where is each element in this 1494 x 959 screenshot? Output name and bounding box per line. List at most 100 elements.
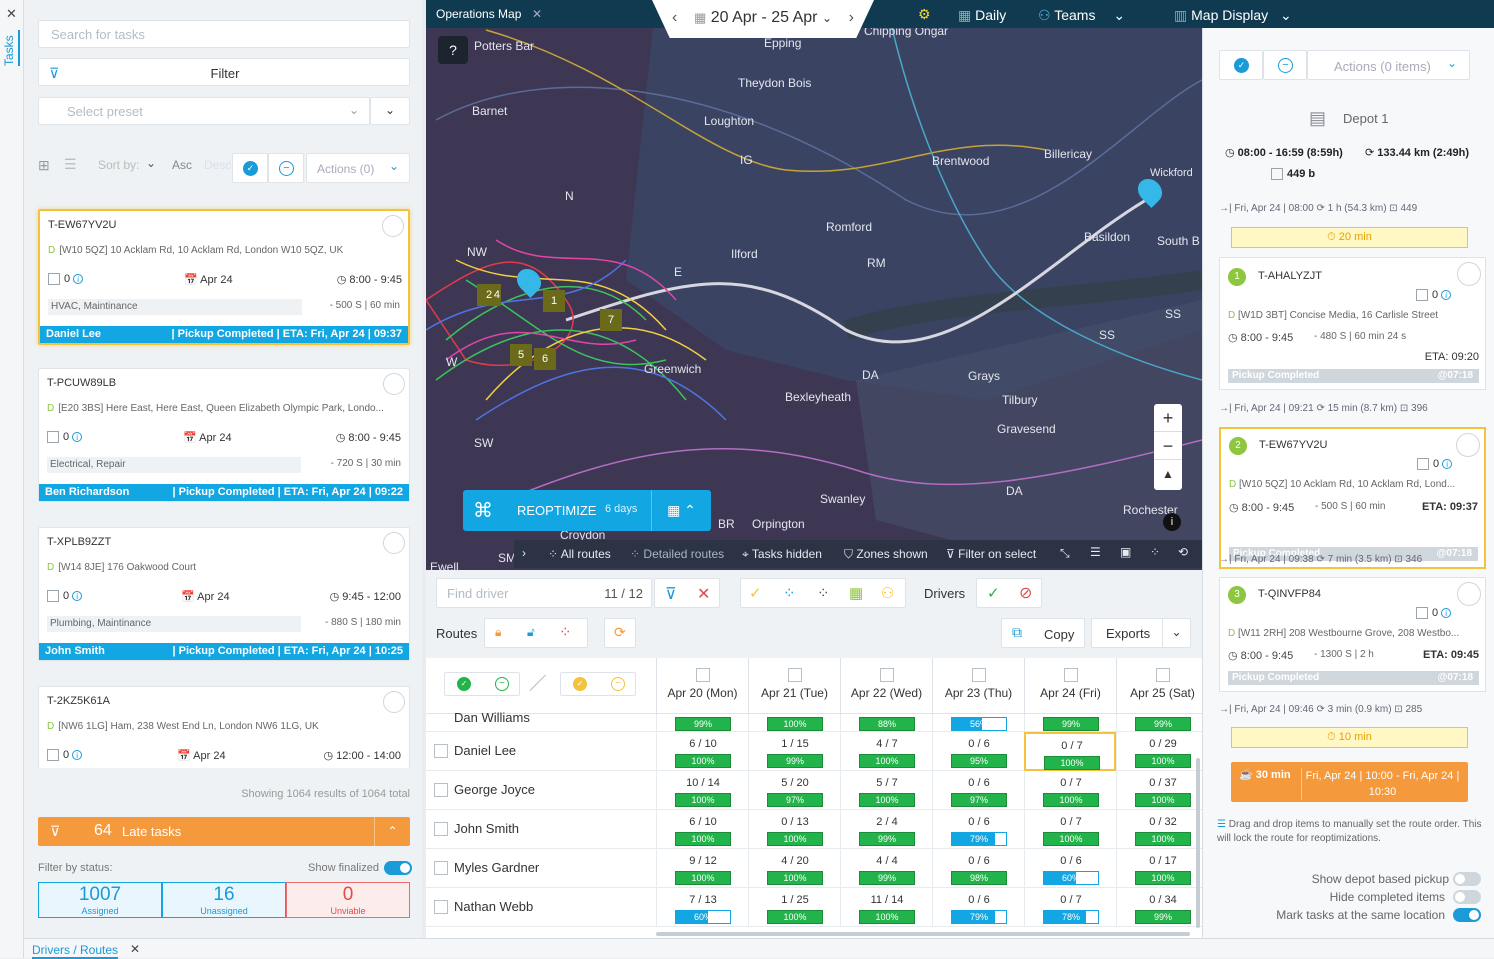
route-cell[interactable]: 6 / 10 100% bbox=[656, 732, 748, 771]
check-icon[interactable]: ✓ bbox=[987, 584, 1000, 602]
select-circle[interactable] bbox=[383, 373, 405, 395]
grid-scrollbar[interactable] bbox=[1196, 758, 1200, 928]
route-cell[interactable]: 10 / 14 100% bbox=[656, 771, 748, 810]
day-checkbox[interactable] bbox=[1155, 668, 1170, 682]
find-driver-input[interactable]: Find driver 11 / 12 bbox=[436, 578, 652, 608]
actions-dropdown[interactable]: Actions (0) ⌄ bbox=[306, 153, 410, 183]
actions-dropdown[interactable]: Actions (0 items) ⌄ bbox=[1307, 50, 1470, 80]
minus-circle-icon[interactable]: − bbox=[611, 677, 625, 691]
tab-drivers-routes[interactable]: Drivers / Routes bbox=[32, 943, 119, 959]
copy-button[interactable]: ⧉ Copy bbox=[1001, 618, 1085, 648]
route-cell[interactable]: 0 / 37 100% bbox=[1116, 771, 1208, 810]
help-icon[interactable]: ? bbox=[438, 36, 468, 64]
row-checkbox[interactable] bbox=[434, 822, 448, 836]
minus-circle-icon[interactable]: − bbox=[495, 677, 509, 691]
driver-row[interactable]: Daniel Lee bbox=[426, 732, 656, 771]
task-card[interactable]: T-EW67YV2U D [W10 5QZ] 10 Acklam Rd, 10 A… bbox=[38, 209, 410, 345]
day-column-header[interactable]: Apr 23 (Thu) bbox=[932, 658, 1024, 714]
driver-row[interactable]: John Smith bbox=[426, 810, 656, 849]
unviable-stat[interactable]: 0 Unviable bbox=[286, 882, 410, 918]
route-cell[interactable]: 99% bbox=[1024, 714, 1116, 732]
user-icon[interactable]: ⚇ bbox=[881, 584, 894, 602]
route-stop-card[interactable]: 2 T-EW67YV2U 0 i D [W10 5QZ] 10 Acklam R… bbox=[1219, 427, 1486, 569]
zoom-out-button[interactable]: − bbox=[1154, 432, 1182, 460]
operations-map[interactable]: Potters Bar Epping Chipping Ongar Barnet… bbox=[426, 0, 1202, 570]
route-cell[interactable]: 0 / 7 100% bbox=[1024, 732, 1116, 771]
close-icon[interactable]: ✕ bbox=[130, 942, 140, 956]
route-cell[interactable]: 0 / 6 95% bbox=[932, 732, 1024, 771]
cluster-marker[interactable]: 7 bbox=[600, 309, 622, 331]
route-cell[interactable]: 6 / 10 100% bbox=[656, 810, 748, 849]
ban-icon[interactable]: ⊘ bbox=[1019, 583, 1032, 603]
deselect-button[interactable]: − bbox=[268, 153, 304, 183]
route-cell[interactable]: 4 / 7 100% bbox=[840, 732, 932, 771]
select-all-button[interactable]: ✓ bbox=[1219, 50, 1263, 80]
day-column-header[interactable]: Apr 24 (Fri) bbox=[1024, 658, 1116, 714]
row-checkbox[interactable] bbox=[434, 744, 448, 758]
unassigned-stat[interactable]: 16 Unassigned bbox=[162, 882, 286, 918]
route-cell[interactable]: 9 / 12 100% bbox=[656, 849, 748, 888]
chevron-down-icon[interactable]: ⌄ bbox=[146, 156, 156, 170]
expand-icon[interactable]: › bbox=[522, 546, 526, 560]
teams-button[interactable]: ⚇ Teams ⌄ bbox=[1038, 7, 1125, 24]
route-cell[interactable]: 56% bbox=[932, 714, 1024, 732]
route-cell[interactable]: 100% bbox=[748, 714, 840, 732]
route-cell[interactable]: 0 / 32 100% bbox=[1116, 810, 1208, 849]
compass-icon[interactable]: ▲ bbox=[1154, 460, 1182, 488]
route-cell[interactable]: 0 / 17 100% bbox=[1116, 849, 1208, 888]
show-finalized-toggle[interactable] bbox=[384, 861, 412, 875]
day-checkbox[interactable] bbox=[971, 668, 986, 682]
depot-pickup-toggle[interactable] bbox=[1453, 872, 1481, 886]
day-checkbox[interactable] bbox=[1063, 668, 1078, 682]
driver-row[interactable]: George Joyce bbox=[426, 771, 656, 810]
task-card[interactable]: T-2KZ5K61A D [NW6 1LG] Ham, 238 West End … bbox=[38, 686, 410, 768]
preset-menu-button[interactable]: ⌄ bbox=[370, 97, 410, 125]
route-stop-card[interactable]: 1 T-AHALYZJT 0 i D [W1D 3BT] Concise Med… bbox=[1219, 257, 1486, 390]
exports-button[interactable]: Exports ⌄ bbox=[1091, 618, 1191, 648]
day-column-header[interactable]: Apr 21 (Tue) bbox=[748, 658, 840, 714]
list-view-icon[interactable]: ☰ bbox=[64, 156, 77, 173]
route-cell[interactable]: 0 / 7 100% bbox=[1024, 810, 1116, 849]
route-cell[interactable]: 7 / 13 60% bbox=[656, 888, 748, 927]
sort-by-label[interactable]: Sort by: bbox=[98, 158, 139, 172]
route-cell[interactable]: 0 / 6 97% bbox=[932, 771, 1024, 810]
task-card[interactable]: T-XPLB9ZZT D [W14 8JE] 176 Oakwood Court … bbox=[38, 527, 410, 661]
driver-row[interactable]: Nathan Webb bbox=[426, 888, 656, 927]
cluster-marker[interactable]: 4 bbox=[484, 284, 500, 306]
lock-icon[interactable]: 🔒︎ bbox=[495, 625, 501, 640]
day-checkbox[interactable] bbox=[879, 668, 894, 682]
cluster-marker[interactable]: 1 bbox=[543, 290, 565, 312]
route-cell[interactable]: 4 / 4 99% bbox=[840, 849, 932, 888]
route-cell[interactable]: 11 / 14 100% bbox=[840, 888, 932, 927]
route-cell[interactable]: 0 / 13 100% bbox=[748, 810, 840, 849]
search-input[interactable]: Search for tasks bbox=[38, 20, 410, 48]
route-cell[interactable]: 0 / 6 60% bbox=[1024, 849, 1116, 888]
route-cell[interactable]: 0 / 6 98% bbox=[932, 849, 1024, 888]
tasks-tab-label[interactable]: Tasks bbox=[2, 30, 20, 66]
route-cell[interactable]: 0 / 7 100% bbox=[1024, 771, 1116, 810]
route-cell[interactable]: 5 / 7 100% bbox=[840, 771, 932, 810]
filter-button[interactable]: ⊽ Filter bbox=[38, 58, 410, 86]
day-checkbox[interactable] bbox=[787, 668, 802, 682]
driver-row[interactable]: Dan Williams bbox=[426, 710, 656, 732]
image-icon[interactable]: ▣ bbox=[1120, 545, 1131, 559]
zoom-in-button[interactable]: + bbox=[1154, 404, 1182, 432]
close-icon[interactable]: ✕ bbox=[6, 6, 17, 22]
grid-hscrollbar[interactable] bbox=[656, 932, 1190, 936]
refresh-routes-button[interactable]: ⟳ bbox=[604, 618, 636, 648]
settings-icon[interactable]: ⚙ bbox=[918, 6, 931, 23]
close-icon[interactable]: ✕ bbox=[532, 7, 542, 21]
route-cell[interactable]: 1 / 15 99% bbox=[748, 732, 840, 771]
day-column-header[interactable]: Apr 22 (Wed) bbox=[840, 658, 932, 714]
daily-button[interactable]: ▦ Daily bbox=[958, 7, 1006, 24]
desc-button[interactable]: Desc bbox=[204, 158, 231, 172]
day-column-header[interactable]: Apr 20 (Mon) bbox=[656, 658, 748, 714]
tasks-hidden-button[interactable]: ⌖ Tasks hidden bbox=[742, 547, 822, 562]
route-cell[interactable]: 0 / 29 100% bbox=[1116, 732, 1208, 771]
same-location-toggle[interactable] bbox=[1453, 908, 1481, 922]
check-circle-icon[interactable]: ✓ bbox=[457, 677, 471, 691]
refresh-icon[interactable]: ⟲ bbox=[1178, 545, 1188, 559]
check-icon[interactable]: ✓ bbox=[749, 584, 762, 602]
deselect-button[interactable]: − bbox=[1263, 50, 1307, 80]
select-all-button[interactable]: ✓ bbox=[232, 153, 268, 183]
